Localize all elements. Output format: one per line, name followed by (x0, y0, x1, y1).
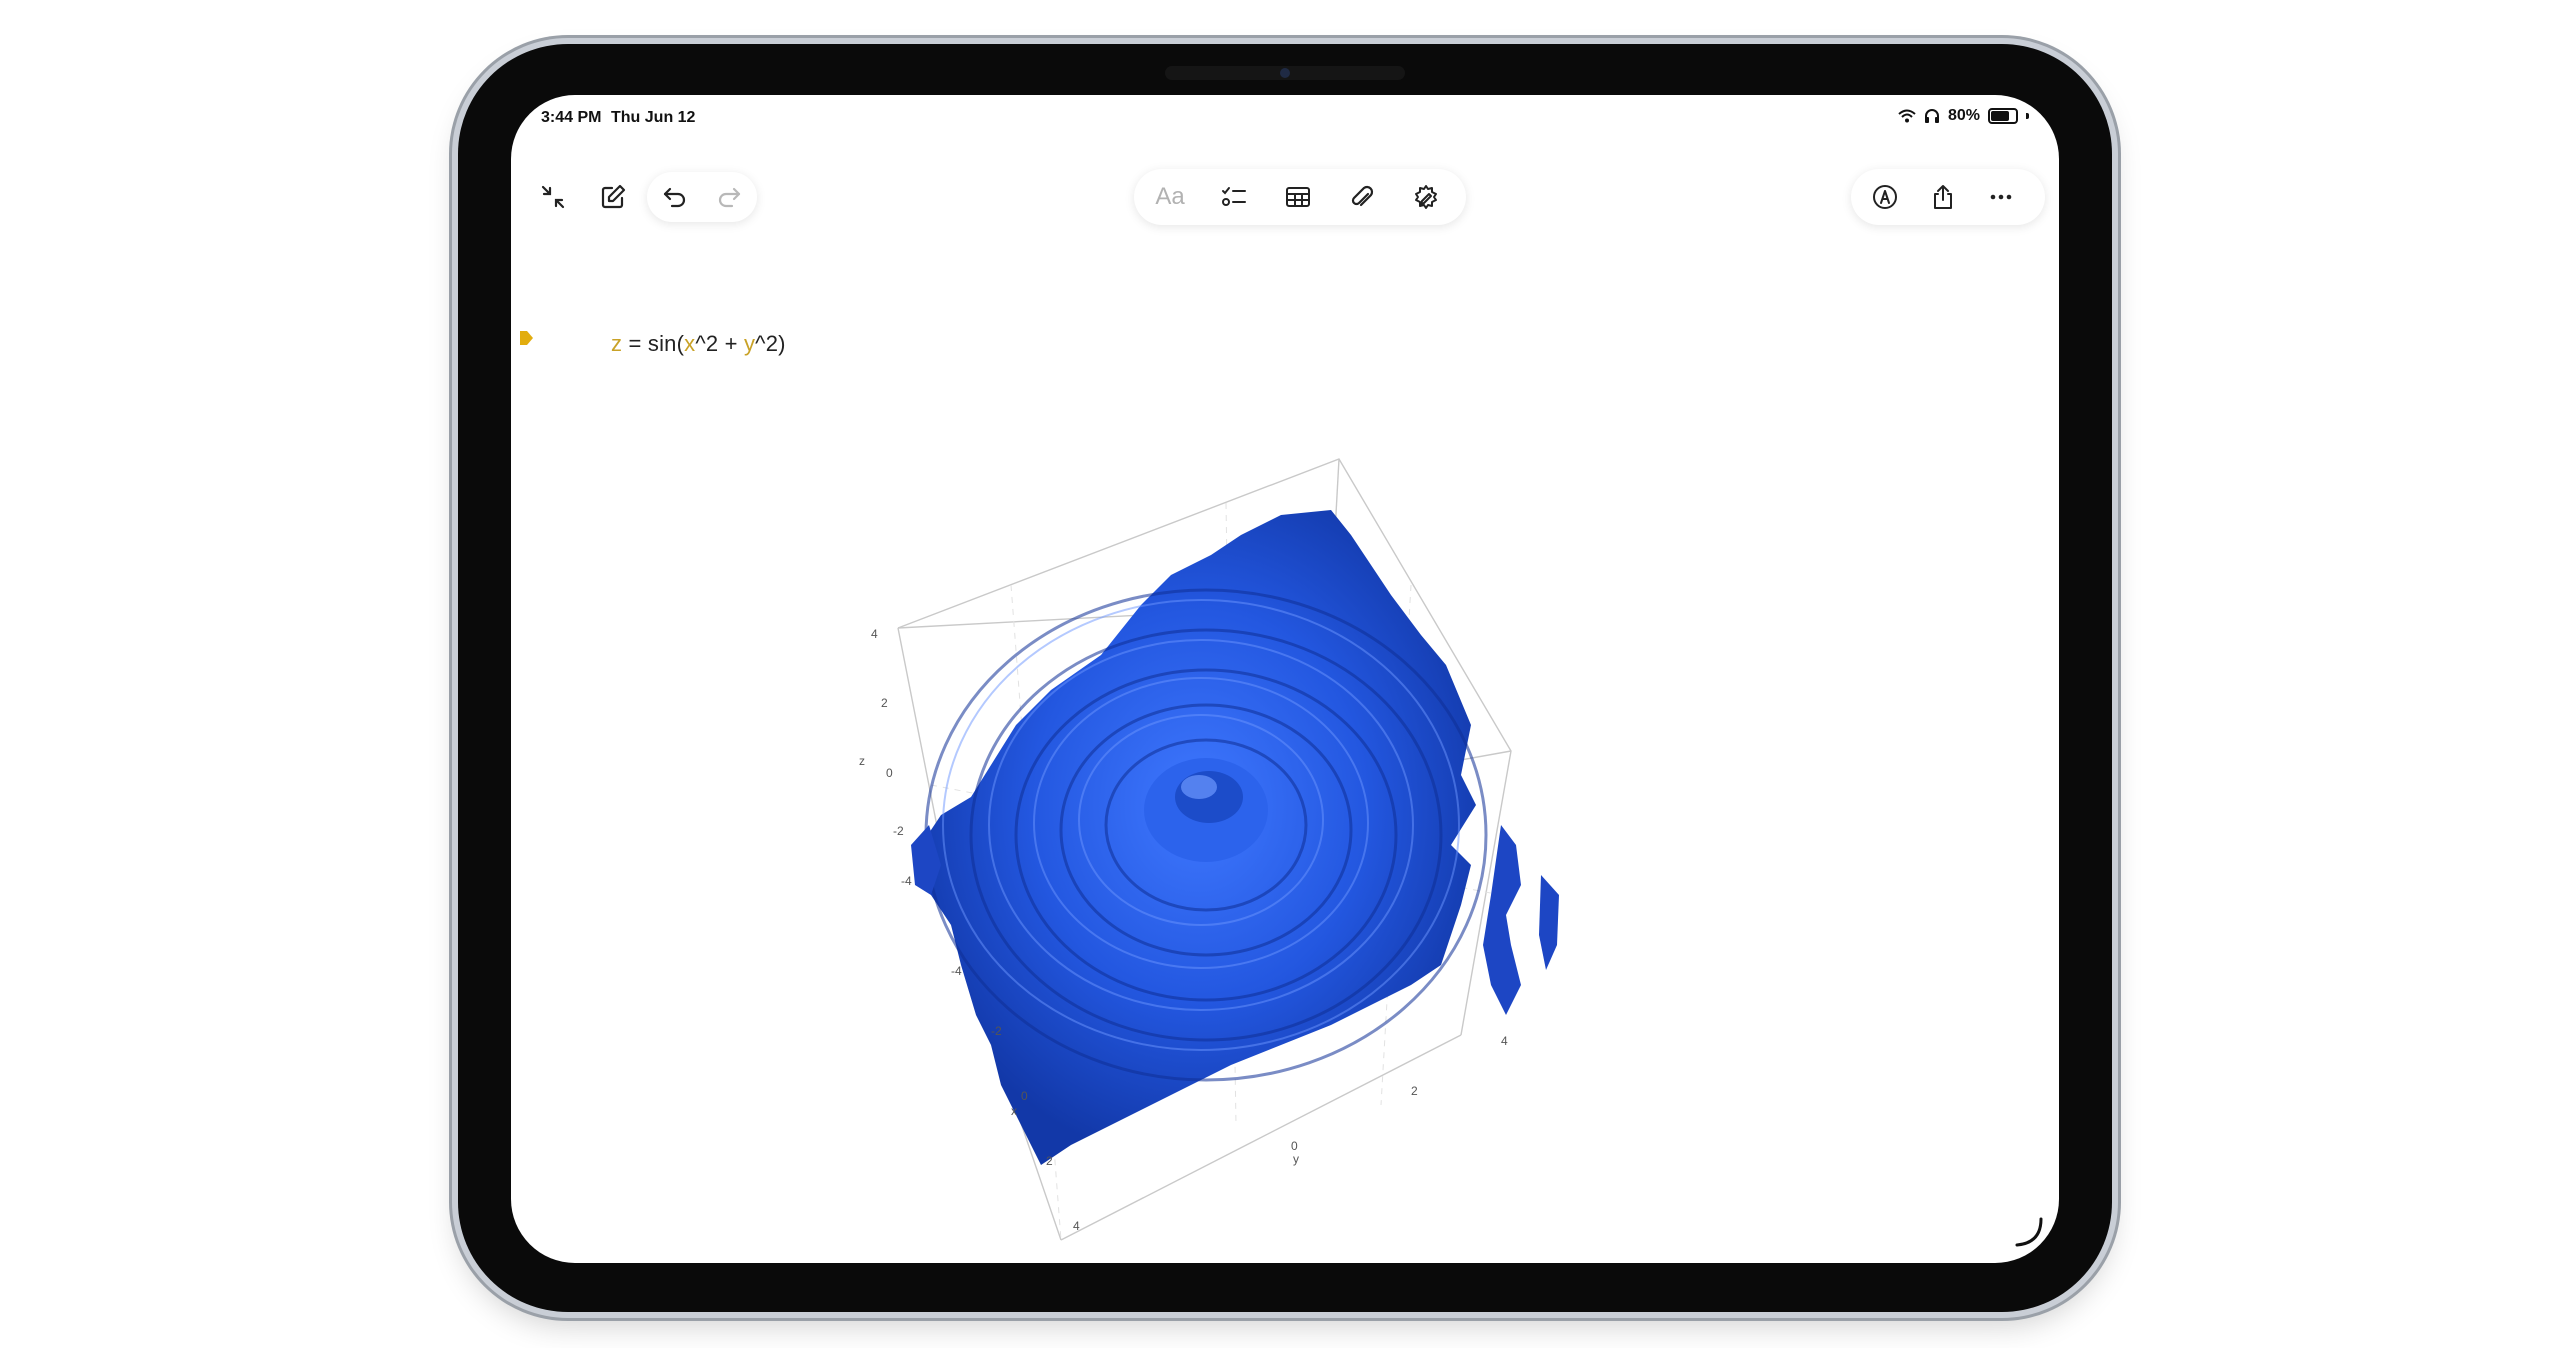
toolbar-center-group: Aa (1134, 169, 1466, 225)
collapse-button[interactable] (527, 175, 579, 219)
markup-button[interactable] (1859, 175, 1911, 219)
compose-icon (601, 184, 626, 209)
status-date: Thu Jun 12 (611, 109, 696, 126)
resize-corner-icon[interactable] (2011, 1215, 2045, 1249)
collapse-icon (541, 185, 565, 209)
x-tick-label: -2 (991, 1024, 1002, 1038)
equation-part: = sin( (622, 331, 685, 356)
y-tick-label: 0 (1291, 1139, 1298, 1153)
more-icon (1990, 194, 2012, 200)
status-bar: 3:44 PM Thu Jun 12 80% (511, 95, 2059, 137)
compose-button[interactable] (587, 175, 639, 219)
undo-redo-group (647, 172, 757, 222)
share-button[interactable] (1917, 175, 1969, 219)
undo-button[interactable] (653, 175, 697, 219)
status-indicators: 80% (1898, 107, 2029, 125)
math-equation[interactable]: z = sin(x^2 + y^2) (611, 331, 786, 357)
format-label: Aa (1155, 183, 1185, 210)
status-time: 3:44 PM (541, 109, 602, 126)
equation-part: ^2 + (695, 331, 744, 356)
checklist-button[interactable] (1208, 175, 1260, 219)
table-icon (1286, 187, 1310, 207)
z-axis-label: z (859, 754, 865, 768)
x-axis-label: x (1011, 1104, 1017, 1118)
x-tick-label: 4 (1073, 1219, 1080, 1233)
surface-plot[interactable]: 4 2 0 -2 -4 z -4 -2 0 2 4 x 0 2 4 y (811, 425, 1631, 1255)
equation-y: y (743, 331, 756, 356)
math-pencil-button[interactable] (1400, 175, 1452, 219)
headphones-icon (1924, 109, 1939, 123)
z-tick-label: -2 (893, 824, 904, 838)
equation-x: x (684, 331, 696, 356)
redo-icon (718, 187, 741, 208)
battery-nub (2026, 113, 2029, 119)
x-tick-label: 2 (1046, 1154, 1053, 1168)
undo-icon (663, 187, 686, 208)
ipad-frame: 3:44 PM Thu Jun 12 80% Aa z = sin(x^2 + … (458, 44, 2112, 1312)
equation-z: z (611, 331, 623, 356)
more-button[interactable] (1975, 175, 2027, 219)
selection-handle-icon[interactable] (517, 329, 535, 347)
attachment-icon (1351, 185, 1374, 207)
surface-mesh (911, 510, 1559, 1165)
wifi-icon (1898, 109, 1916, 123)
y-axis-label: y (1293, 1152, 1299, 1166)
front-camera (1280, 68, 1290, 78)
markup-icon (1873, 185, 1897, 209)
equation-part: ^2) (755, 331, 786, 356)
y-tick-label: 2 (1411, 1084, 1418, 1098)
battery-percent: 80% (1947, 107, 1980, 124)
attachment-button[interactable] (1336, 175, 1388, 219)
z-tick-label: 0 (886, 766, 893, 780)
z-tick-label: -4 (901, 874, 912, 888)
z-tick-label: 2 (881, 696, 888, 710)
redo-button[interactable] (707, 175, 751, 219)
toolbar-left-group (523, 169, 761, 225)
y-tick-label: 4 (1501, 1034, 1508, 1048)
x-tick-label: -4 (951, 964, 962, 978)
z-tick-label: 4 (871, 627, 878, 641)
table-button[interactable] (1272, 175, 1324, 219)
format-button[interactable]: Aa (1144, 175, 1196, 219)
battery-level (1991, 111, 2009, 121)
x-tick-label: 0 (1021, 1089, 1028, 1103)
notes-screen: 3:44 PM Thu Jun 12 80% Aa z = sin(x^2 + … (511, 95, 2059, 1263)
checklist-icon (1222, 187, 1246, 206)
share-icon (1934, 185, 1952, 209)
toolbar-right-group (1851, 169, 2045, 225)
battery-icon (1988, 108, 2018, 124)
math-pencil-icon (1415, 185, 1437, 209)
